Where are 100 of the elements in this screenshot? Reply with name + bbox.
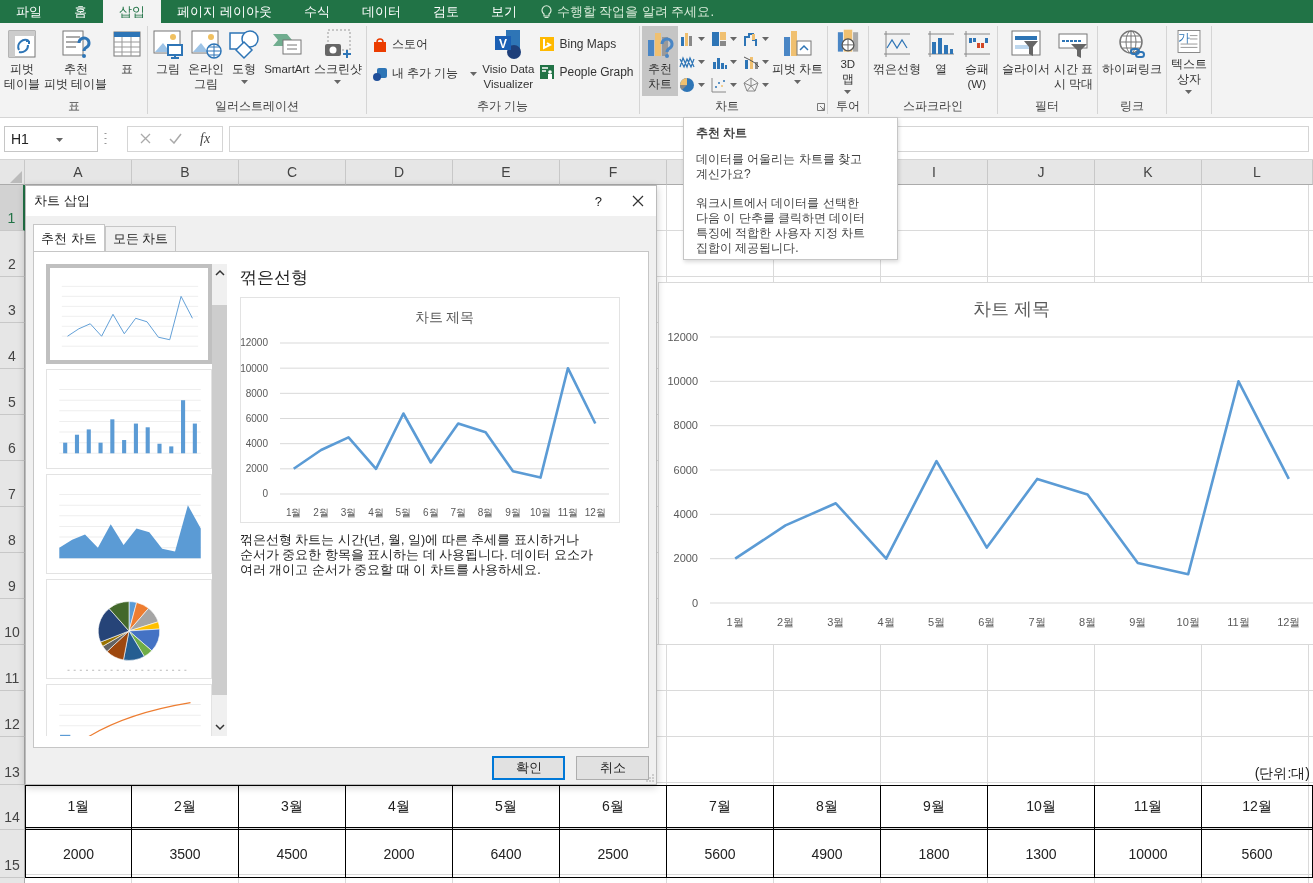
- chart-title: 차트 제목: [973, 299, 1051, 319]
- column-header[interactable]: F: [608, 164, 618, 180]
- dialog-launcher-icon[interactable]: [816, 103, 825, 111]
- column-header[interactable]: L: [1253, 164, 1261, 180]
- ribbon-tab[interactable]: 삽입: [103, 0, 161, 23]
- ribbon-button[interactable]: 꺾은선형: [870, 26, 923, 96]
- column-header[interactable]: B: [180, 164, 190, 180]
- ribbon-button[interactable]: Bing Maps: [536, 34, 637, 54]
- ribbon-tab[interactable]: 페이지 레이아웃: [161, 0, 288, 23]
- row-header[interactable]: 13: [0, 737, 25, 785]
- ribbon-button[interactable]: 스토어: [368, 34, 481, 55]
- ribbon-button[interactable]: 슬라이서: [999, 26, 1052, 96]
- ribbon-tab[interactable]: 수식: [287, 0, 346, 23]
- ribbon-button[interactable]: 내 추가 기능: [368, 63, 481, 84]
- dialog-button[interactable]: 확인: [492, 756, 565, 780]
- row-header[interactable]: 10: [0, 599, 25, 645]
- scroll-down-icon[interactable]: [214, 722, 225, 732]
- chart-type-button[interactable]: [677, 76, 706, 94]
- row-header[interactable]: 3: [0, 277, 25, 323]
- name-box[interactable]: H1: [4, 125, 98, 152]
- ribbon-button[interactable]: 스크린샷: [311, 26, 364, 96]
- column-header[interactable]: I: [932, 164, 936, 180]
- ribbon-tab[interactable]: 데이터: [345, 0, 417, 23]
- row-header[interactable]: 1: [0, 185, 25, 231]
- ribbon-button[interactable]: 그림: [150, 26, 187, 96]
- row-header[interactable]: 8: [0, 507, 25, 553]
- column-header[interactable]: J: [1037, 164, 1045, 180]
- help-button[interactable]: ?: [594, 193, 602, 209]
- axis-label: 3월: [340, 507, 357, 518]
- ribbon-button[interactable]: 승패 (W): [958, 26, 995, 96]
- ribbon-tab[interactable]: 파일: [0, 0, 58, 23]
- column-header[interactable]: E: [501, 164, 511, 180]
- check-icon[interactable]: [169, 133, 182, 144]
- ribbon-button[interactable]: 피벗 테이블: [2, 26, 42, 96]
- axis-label: 4월: [368, 507, 384, 518]
- axis-label: 10월: [529, 507, 551, 518]
- shopping-bag-icon: [371, 36, 388, 53]
- ribbon-button[interactable]: 표: [109, 26, 146, 96]
- chart-type-button[interactable]: [741, 30, 770, 48]
- group-label: 투어: [834, 98, 861, 114]
- row-header[interactable]: 2: [0, 231, 25, 277]
- chart-area[interactable]: 차트 제목 0 2000 4000 6000 8000 10000 12000 1월 2월 3월 4월 5월 6월 7월 8월 9월 10월 11월 12월: [658, 282, 1313, 645]
- ribbon-button[interactable]: V Visio Data Visualizer: [480, 26, 537, 96]
- column-header[interactable]: D: [393, 164, 405, 180]
- axis-label: 9월: [505, 507, 521, 518]
- ribbon-button[interactable]: SmartArt: [262, 26, 312, 96]
- chart-type-button[interactable]: [741, 76, 770, 94]
- row-header[interactable]: 14: [0, 785, 25, 830]
- ribbon-button[interactable]: 3D 맵: [829, 26, 866, 96]
- axis-label: 10000: [667, 375, 698, 387]
- row-header[interactable]: 12: [0, 691, 25, 737]
- ribbon-button[interactable]: 온라인 그림: [186, 26, 227, 96]
- dialog-button[interactable]: 취소: [576, 756, 649, 780]
- ribbon-tab[interactable]: 홈: [58, 0, 103, 23]
- table-cell: 10000: [1095, 830, 1202, 878]
- axis-label: 7월: [450, 507, 466, 518]
- ribbon-button[interactable]: 시간 표 시 막대: [1051, 26, 1095, 96]
- axis-label: 0: [262, 488, 268, 500]
- row-header[interactable]: 7: [0, 461, 25, 507]
- ribbon-button[interactable]: People Graph: [536, 62, 637, 82]
- column-header[interactable]: C: [286, 164, 298, 180]
- insert-function-button[interactable]: fx: [200, 130, 211, 147]
- ribbon-button[interactable]: 열: [922, 26, 959, 96]
- chart-thumbnail[interactable]: [46, 474, 212, 574]
- caret-icon: [729, 60, 737, 64]
- ribbon-tab[interactable]: 검토: [416, 0, 475, 23]
- column-header[interactable]: A: [73, 164, 83, 180]
- ribbon-tab[interactable]: 보기: [474, 0, 533, 23]
- cancel-icon[interactable]: [140, 133, 151, 144]
- scroll-up-icon[interactable]: [214, 268, 225, 278]
- chart-thumbnail[interactable]: [46, 264, 212, 364]
- scrollbar[interactable]: [212, 264, 227, 736]
- ribbon-button[interactable]: 추천 피벗 테이블: [42, 26, 110, 96]
- tooltip-title: 추천 차트: [696, 125, 749, 142]
- row-header[interactable]: 15: [0, 830, 25, 878]
- dialog-tab[interactable]: 모든 차트: [104, 226, 177, 251]
- row-header[interactable]: 9: [0, 553, 25, 599]
- chart-thumbnail[interactable]: [46, 369, 212, 469]
- chart-thumbnail[interactable]: [46, 579, 212, 679]
- resize-grip-icon[interactable]: [646, 774, 654, 782]
- ribbon-button[interactable]: 도형: [226, 26, 263, 96]
- group-label: 차트: [714, 98, 741, 114]
- row-header[interactable]: 6: [0, 415, 25, 461]
- close-icon[interactable]: [632, 195, 644, 207]
- ribbon-button[interactable]: 추천 차트: [641, 26, 678, 96]
- axis-label: 8월: [477, 507, 494, 518]
- table-cell: 8월: [774, 785, 881, 830]
- ribbon-button[interactable]: 가 텍스트 상자: [1168, 26, 1209, 96]
- chart-type-button[interactable]: [709, 76, 738, 94]
- chart-type-title: 꺾은선형: [240, 267, 309, 289]
- ribbon-button[interactable]: 하이퍼링크: [1099, 26, 1164, 96]
- table-cell: 12월: [1202, 785, 1313, 830]
- dialog-tab[interactable]: 추천 차트: [33, 224, 105, 252]
- row-header[interactable]: 4: [0, 323, 25, 369]
- row-header[interactable]: 11: [0, 645, 25, 691]
- row-header[interactable]: 5: [0, 369, 25, 415]
- chart-type-button[interactable]: [709, 30, 738, 48]
- column-header[interactable]: K: [1143, 164, 1153, 180]
- ribbon-button[interactable]: 피벗 차트: [769, 26, 825, 96]
- tell-me-field[interactable]: 수행할 작업을 알려 주세요.: [556, 2, 715, 21]
